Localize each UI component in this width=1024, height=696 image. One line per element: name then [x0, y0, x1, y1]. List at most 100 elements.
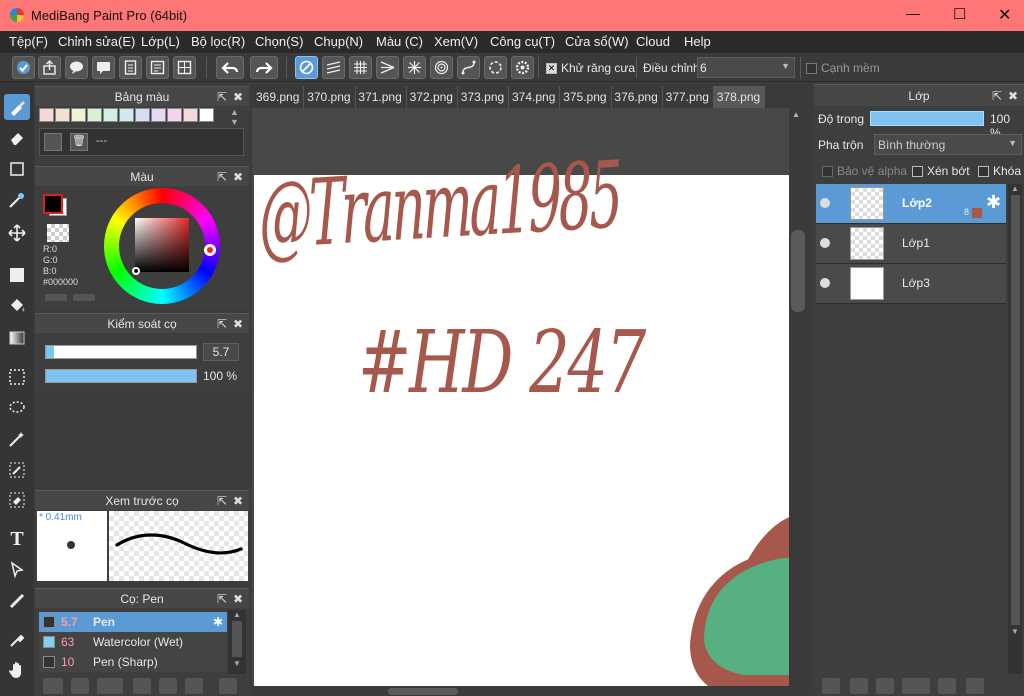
menu-filter[interactable]: Bộ lọc(R): [191, 34, 245, 49]
color-swatch[interactable]: [119, 108, 134, 122]
color-swatch[interactable]: [39, 108, 54, 122]
panel-float-icon[interactable]: ⇱: [992, 85, 1002, 107]
color-mode-button[interactable]: [45, 294, 67, 301]
tab-369[interactable]: 369.png: [252, 86, 305, 108]
menu-edit[interactable]: Chỉnh sửa(E): [58, 34, 135, 49]
menu-capture[interactable]: Chụp(N): [314, 34, 363, 49]
tab-375[interactable]: 375.png: [559, 86, 612, 108]
radial-snap-icon[interactable]: [403, 56, 426, 79]
color-swatch[interactable]: [151, 108, 166, 122]
menu-help[interactable]: Help: [684, 34, 711, 49]
color-swatch[interactable]: [55, 108, 70, 122]
hand-tool-icon[interactable]: [4, 657, 30, 683]
panel-float-icon[interactable]: ⇱: [217, 491, 227, 511]
layer-item[interactable]: Lớp2 8 ✱: [816, 184, 1006, 224]
duplicate-layer-icon[interactable]: [966, 678, 984, 694]
gradient-tool-icon[interactable]: [4, 325, 30, 351]
color-swatch[interactable]: [135, 108, 150, 122]
layer-folder-icon[interactable]: [938, 678, 956, 694]
brush-opacity-slider[interactable]: [45, 369, 197, 383]
select-eraser-icon[interactable]: [4, 487, 30, 513]
add-layer-icon[interactable]: [902, 678, 930, 694]
adjust-dropdown[interactable]: 6 ▼: [697, 57, 795, 78]
panel-float-icon[interactable]: ⇱: [217, 589, 227, 609]
antialias-checkbox[interactable]: ✕ Khử răng cưa: [546, 61, 635, 75]
dot-brush-icon[interactable]: [4, 187, 30, 213]
tab-378[interactable]: 378.png: [712, 86, 766, 108]
panel-float-icon[interactable]: ⇱: [217, 314, 227, 334]
menu-window[interactable]: Cửa sổ(W): [565, 34, 629, 49]
grid-check-icon[interactable]: [173, 56, 196, 79]
new-1bit-layer-icon[interactable]: [876, 678, 894, 694]
tab-377[interactable]: 377.png: [662, 86, 714, 108]
select-pen-icon[interactable]: [4, 457, 30, 483]
layer-item[interactable]: Lớp1: [816, 224, 1006, 264]
blend-mode-dropdown[interactable]: Bình thường ▼: [874, 134, 1022, 155]
redo-icon[interactable]: [250, 56, 278, 79]
new-8bit-layer-icon[interactable]: [850, 678, 868, 694]
text-tool-icon[interactable]: T: [4, 526, 30, 552]
eye-icon[interactable]: [820, 198, 830, 208]
duplicate-brush-icon[interactable]: [185, 678, 203, 694]
color-swatch[interactable]: [167, 108, 182, 122]
rectangle-select-icon[interactable]: [4, 156, 30, 182]
eraser-tool-icon[interactable]: [4, 125, 30, 151]
tab-370[interactable]: 370.png: [303, 86, 356, 108]
comment-box-icon[interactable]: [92, 56, 115, 79]
page-icon[interactable]: [119, 56, 142, 79]
tab-371[interactable]: 371.png: [354, 86, 407, 108]
brush-scrollbar[interactable]: ▲ ▼: [228, 610, 246, 674]
cross-snap-icon[interactable]: [349, 56, 372, 79]
protect-alpha-checkbox[interactable]: Bảo vệ alpha: [822, 164, 907, 178]
menu-tools[interactable]: Công cụ(T): [490, 34, 555, 49]
brush-item[interactable]: 63 Watercolor (Wet): [39, 632, 227, 652]
divide-tool-icon[interactable]: [4, 588, 30, 614]
lock-checkbox[interactable]: Khóa: [978, 164, 1021, 178]
brush-tool-icon[interactable]: [4, 94, 30, 120]
panel-float-icon[interactable]: ⇱: [217, 87, 227, 107]
color-picker-handle[interactable]: [132, 267, 140, 275]
circle-snap-icon[interactable]: [430, 56, 453, 79]
menu-layer[interactable]: Lớp(L): [141, 34, 180, 49]
color-swatch[interactable]: [103, 108, 118, 122]
tab-372[interactable]: 372.png: [406, 86, 458, 108]
brush-folder-icon[interactable]: [159, 678, 177, 694]
brush-size-slider[interactable]: [45, 345, 197, 359]
color-swatch[interactable]: [199, 108, 214, 122]
vanishing-point-icon[interactable]: [376, 56, 399, 79]
trash-icon[interactable]: 🗑: [70, 133, 88, 151]
layer-item[interactable]: Lớp3: [816, 264, 1006, 304]
ellipse-snap-icon[interactable]: [484, 56, 507, 79]
bucket-tool-icon[interactable]: [4, 293, 30, 319]
operation-tool-icon[interactable]: [4, 557, 30, 583]
maximize-button[interactable]: ☐: [953, 5, 966, 23]
soft-edge-checkbox[interactable]: Cạnh mềm: [806, 61, 880, 75]
canvas-page[interactable]: @Tranma1985 #HD 247: [254, 141, 789, 688]
tab-376[interactable]: 376.png: [610, 86, 663, 108]
hue-picker-handle[interactable]: [204, 244, 216, 256]
layer-scrollbar[interactable]: ▲ ▼: [1008, 184, 1022, 674]
palette-scroll-icon[interactable]: ▲ ▼: [230, 107, 239, 127]
new-layer-icon[interactable]: [822, 678, 840, 694]
menu-select[interactable]: Chọn(S): [255, 34, 303, 49]
eyedropper-icon[interactable]: [4, 627, 30, 653]
cloud-save-icon[interactable]: [12, 56, 35, 79]
canvas-area[interactable]: @Tranma1985 #HD 247: [252, 108, 789, 688]
select-tool-icon[interactable]: [4, 364, 30, 390]
menu-cloud[interactable]: Cloud: [636, 34, 670, 49]
menu-file[interactable]: Tệp(F): [9, 34, 48, 49]
tab-374[interactable]: 374.png: [508, 86, 561, 108]
layer-settings-icon[interactable]: ✱: [986, 192, 1001, 213]
new-palette-icon[interactable]: [44, 133, 62, 151]
eye-icon[interactable]: [820, 238, 830, 248]
cloud-brush-icon[interactable]: [43, 678, 63, 694]
tab-373[interactable]: 373.png: [457, 86, 510, 108]
transparent-color-swatch[interactable]: [47, 224, 69, 242]
saturation-value-box[interactable]: [135, 218, 189, 272]
share-icon[interactable]: [38, 56, 61, 79]
panel-float-icon[interactable]: ⇱: [217, 167, 227, 187]
clipping-checkbox[interactable]: Xén bớt: [912, 164, 970, 178]
brush-size-value[interactable]: 5.7: [203, 343, 239, 361]
foreground-color-swatch[interactable]: [43, 194, 63, 214]
palette-row[interactable]: 🗑 ---: [39, 128, 244, 156]
